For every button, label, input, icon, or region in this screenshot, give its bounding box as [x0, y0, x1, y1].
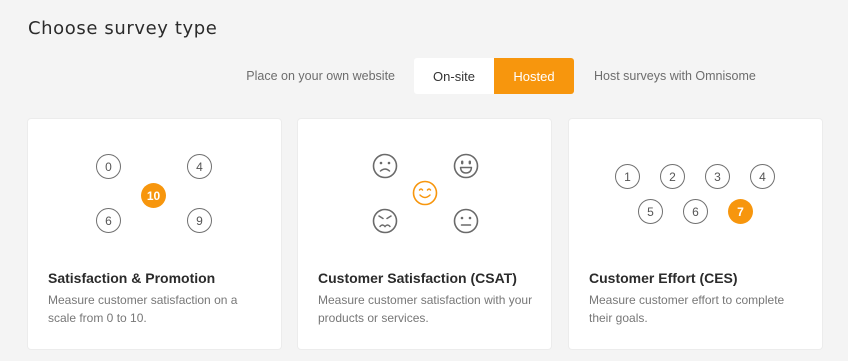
- smile-face-icon: [412, 180, 438, 206]
- card-description: Measure customer effort to complete thei…: [589, 293, 785, 325]
- card-satisfaction-promotion[interactable]: 0 4 10 6 9 Satisfaction & Promotion Meas…: [28, 119, 281, 349]
- scale-option-5: 5: [638, 199, 663, 224]
- scale-option-6: 6: [683, 199, 708, 224]
- csat-faces-illustration: [298, 119, 551, 259]
- neutral-face-icon: [453, 208, 479, 234]
- survey-type-cards: 0 4 10 6 9 Satisfaction & Promotion Meas…: [28, 119, 823, 349]
- placement-segmented-control: On-site Hosted: [414, 58, 574, 94]
- ces-scale-illustration: 1 2 3 4 5 6 7: [569, 119, 822, 259]
- hosted-description: Host surveys with Omnisome: [594, 69, 756, 83]
- card-description: Measure customer satisfaction with your …: [318, 293, 533, 325]
- hosted-button[interactable]: Hosted: [494, 58, 574, 94]
- scale-option-9: 9: [187, 208, 212, 233]
- happy-face-icon: [453, 153, 479, 179]
- card-csat[interactable]: Customer Satisfaction (CSAT) Measure cus…: [298, 119, 551, 349]
- scale-option-2: 2: [660, 164, 685, 189]
- scale-option-4: 4: [750, 164, 775, 189]
- on-site-description: Place on your own website: [246, 69, 395, 83]
- scale-option-4: 4: [187, 154, 212, 179]
- card-ces[interactable]: 1 2 3 4 5 6 7 Customer Effort (CES) Meas…: [569, 119, 822, 349]
- card-description: Measure customer satisfaction on a scale…: [48, 293, 238, 325]
- scale-option-3: 3: [705, 164, 730, 189]
- scale-option-6: 6: [96, 208, 121, 233]
- nps-scale-illustration: 0 4 10 6 9: [28, 119, 281, 259]
- angry-face-icon: [372, 208, 398, 234]
- card-title: Customer Effort (CES): [589, 270, 738, 286]
- on-site-button[interactable]: On-site: [414, 58, 494, 94]
- page-title: Choose survey type: [28, 18, 218, 39]
- scale-option-10-selected: 10: [141, 183, 166, 208]
- scale-option-1: 1: [615, 164, 640, 189]
- card-title: Customer Satisfaction (CSAT): [318, 270, 517, 286]
- survey-placement-toggle-row: Place on your own website On-site Hosted…: [0, 58, 848, 94]
- scale-option-0: 0: [96, 154, 121, 179]
- card-title: Satisfaction & Promotion: [48, 270, 216, 286]
- sad-face-icon: [372, 153, 398, 179]
- scale-option-7-selected: 7: [728, 199, 753, 224]
